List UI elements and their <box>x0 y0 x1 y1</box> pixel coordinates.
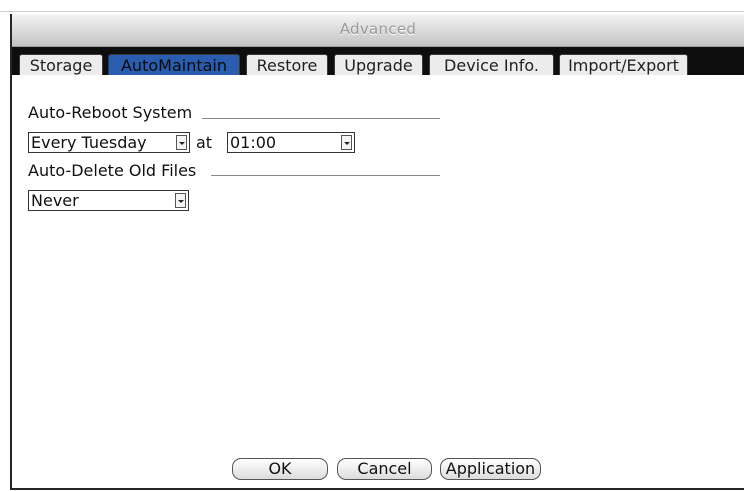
auto-reboot-divider <box>202 118 440 119</box>
chevron-down-icon[interactable] <box>176 135 187 150</box>
chevron-down-icon[interactable] <box>175 193 186 208</box>
tab-automaintain[interactable]: AutoMaintain <box>108 54 240 76</box>
auto-delete-select[interactable]: Never <box>28 190 189 211</box>
reboot-day-select[interactable]: Every Tuesday <box>28 132 190 153</box>
title-bar: Advanced <box>12 14 744 47</box>
automaintain-panel: Auto-Reboot System Every Tuesday at 01:0… <box>12 75 744 488</box>
reboot-day-value: Every Tuesday <box>31 133 147 152</box>
tab-import-export[interactable]: Import/Export <box>559 54 688 76</box>
reboot-time-select[interactable]: 01:00 <box>227 132 355 153</box>
chevron-down-icon[interactable] <box>341 135 352 150</box>
advanced-dialog: Advanced Storage AutoMaintain Restore Up… <box>10 14 744 490</box>
auto-delete-divider <box>211 175 440 176</box>
tab-storage[interactable]: Storage <box>19 54 103 76</box>
dialog-title: Advanced <box>339 20 417 38</box>
tab-restore[interactable]: Restore <box>246 54 328 76</box>
cancel-button[interactable]: Cancel <box>337 458 432 480</box>
auto-delete-label: Auto-Delete Old Files <box>28 161 197 180</box>
tab-upgrade[interactable]: Upgrade <box>334 54 423 76</box>
reboot-time-value: 01:00 <box>230 133 277 152</box>
tab-strip: Storage AutoMaintain Restore Upgrade Dev… <box>12 47 744 76</box>
auto-delete-value: Never <box>31 191 79 210</box>
application-button[interactable]: Application <box>440 458 541 480</box>
ok-button[interactable]: OK <box>232 458 328 480</box>
top-line <box>0 11 744 12</box>
at-label: at <box>196 133 213 152</box>
auto-reboot-label: Auto-Reboot System <box>28 103 193 122</box>
top-background <box>0 0 744 14</box>
tab-device-info[interactable]: Device Info. <box>429 54 554 76</box>
